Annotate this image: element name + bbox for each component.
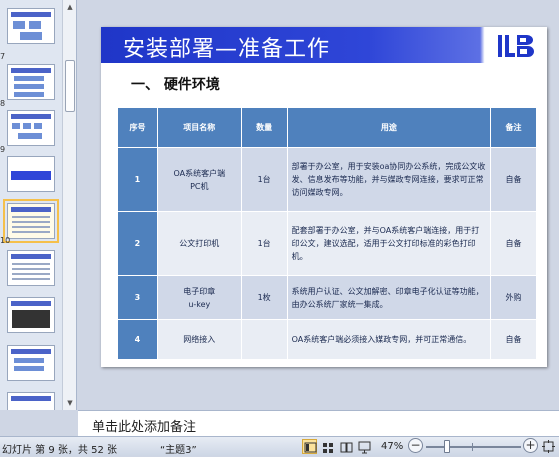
zoom-slider-thumb[interactable]: [444, 440, 450, 453]
usage-cell: OA系统客户端必须接入媒政专网，并可正常通信。: [286, 319, 492, 360]
item-name-sub: PC机: [190, 181, 209, 191]
item-name-sub: u-key: [188, 299, 211, 309]
item-name-cell: 电子印章 u-key: [156, 275, 242, 320]
fit-to-window-icon[interactable]: [541, 439, 556, 454]
table-header-cell: 用途: [286, 107, 492, 148]
table-row[interactable]: 4 网络接入 OA系统客户端必须接入媒政专网，并可正常通信。 自备: [117, 319, 537, 360]
theme-name[interactable]: “主题3”: [160, 441, 197, 456]
usage-cell: 配套部署于办公室，并与OA系统客户端连接，用于打印公文，建议选配，适用于公文打印…: [286, 211, 492, 276]
thumbnail-number: 7: [0, 52, 6, 61]
table-header-cell: 数量: [240, 107, 288, 148]
thumbnail-number: 8: [0, 99, 6, 108]
item-name: 网络接入: [183, 335, 216, 344]
section-heading[interactable]: 一、 硬件环境: [131, 74, 220, 94]
note-cell: 自备: [490, 211, 537, 276]
zoom-slider-track[interactable]: [426, 446, 521, 448]
row-number: 3: [117, 275, 158, 320]
item-name-cell: 公文打印机: [156, 211, 242, 276]
slide-thumbnail-selected[interactable]: [3, 199, 59, 243]
scrollbar-thumb[interactable]: [65, 60, 75, 112]
slide-thumbnail[interactable]: [7, 110, 55, 146]
item-name: OA系统客户端: [173, 168, 226, 178]
item-name: 公文打印机: [179, 239, 220, 248]
usage-cell: 系统用户认证、公文加解密、印章电子化认证等功能，由办公系统厂家统一集成。: [286, 275, 492, 320]
notes-pane[interactable]: 单击此处添加备注: [78, 410, 559, 436]
hardware-table[interactable]: 序号 项目名称 数量 用途 备注 1 OA系统客户端 PC机 1台 部署于办公室，…: [117, 107, 537, 360]
quantity-cell: [240, 319, 288, 360]
slide-thumbnail[interactable]: [7, 345, 55, 381]
thumbnail-number: 9: [0, 145, 6, 154]
reading-view-icon[interactable]: [338, 439, 353, 454]
zoom-slider-midmark: [472, 443, 473, 451]
item-name-cell: 网络接入: [156, 319, 242, 360]
slide-thumbnail[interactable]: [7, 64, 55, 100]
slide-thumbnail[interactable]: [7, 8, 55, 44]
quantity-cell: 1台: [240, 211, 288, 276]
usage-cell: 部署于办公室，用于安装oa协同办公系统，完成公文收发、信息发布等功能，并与媒政专…: [286, 147, 492, 212]
note-cell: 自备: [490, 147, 537, 212]
slide-thumbnail-pane[interactable]: 7 8 9 10 ▲ ▼: [0, 0, 77, 410]
scroll-up-icon[interactable]: ▲: [63, 0, 76, 14]
slide-canvas[interactable]: 安装部署—准备工作 一、 硬件环境 序号 项目名称 数量 用途 备注 1 OA系…: [101, 27, 547, 367]
zoom-in-button[interactable]: +: [523, 438, 538, 453]
thumbnail-number: 10: [0, 236, 11, 245]
quantity-cell: 1枚: [240, 275, 288, 320]
scroll-down-icon[interactable]: ▼: [63, 396, 76, 410]
row-number: 1: [117, 147, 158, 212]
item-name-cell: OA系统客户端 PC机: [156, 147, 242, 212]
slideshow-icon[interactable]: [356, 439, 371, 454]
table-row[interactable]: 1 OA系统客户端 PC机 1台 部署于办公室，用于安装oa协同办公系统，完成公文…: [117, 147, 537, 212]
table-header-cell: 序号: [117, 107, 158, 148]
zoom-out-button[interactable]: −: [408, 438, 423, 453]
zoom-level[interactable]: 47%: [381, 441, 403, 452]
slide-editing-area[interactable]: 安装部署—准备工作 一、 硬件环境 序号 项目名称 数量 用途 备注 1 OA系…: [78, 0, 559, 410]
note-cell: 外购: [490, 275, 537, 320]
slide-title[interactable]: 安装部署—准备工作: [123, 31, 330, 63]
quantity-cell: 1台: [240, 147, 288, 212]
slide-thumbnail[interactable]: [7, 250, 55, 286]
slide-thumbnail[interactable]: [7, 297, 55, 333]
slide-thumbnail[interactable]: [7, 392, 55, 410]
thumbnail-scrollbar[interactable]: ▲ ▼: [62, 0, 76, 410]
slide-sorter-view-icon[interactable]: [320, 439, 335, 454]
table-row[interactable]: 2 公文打印机 1台 配套部署于办公室，并与OA系统客户端连接，用于打印公文，建…: [117, 211, 537, 276]
table-header-cell: 项目名称: [156, 107, 242, 148]
slide-counter: 幻灯片 第 9 张，共 52 张: [2, 445, 117, 456]
item-name: 电子印章: [183, 286, 216, 296]
slide-title-bar: 安装部署—准备工作: [101, 27, 547, 63]
normal-view-icon[interactable]: [302, 439, 317, 454]
notes-placeholder[interactable]: 单击此处添加备注: [92, 416, 196, 435]
note-cell: 自备: [490, 319, 537, 360]
company-logo: [498, 35, 534, 57]
row-number: 4: [117, 319, 158, 360]
slide-thumbnail[interactable]: [7, 156, 55, 192]
status-bar: 幻灯片 第 9 张，共 52 张 “主题3” 47% − +: [0, 436, 559, 456]
table-row[interactable]: 3 电子印章 u-key 1枚 系统用户认证、公文加解密、印章电子化认证等功能，由…: [117, 275, 537, 320]
row-number: 2: [117, 211, 158, 276]
table-header-cell: 备注: [490, 107, 537, 148]
